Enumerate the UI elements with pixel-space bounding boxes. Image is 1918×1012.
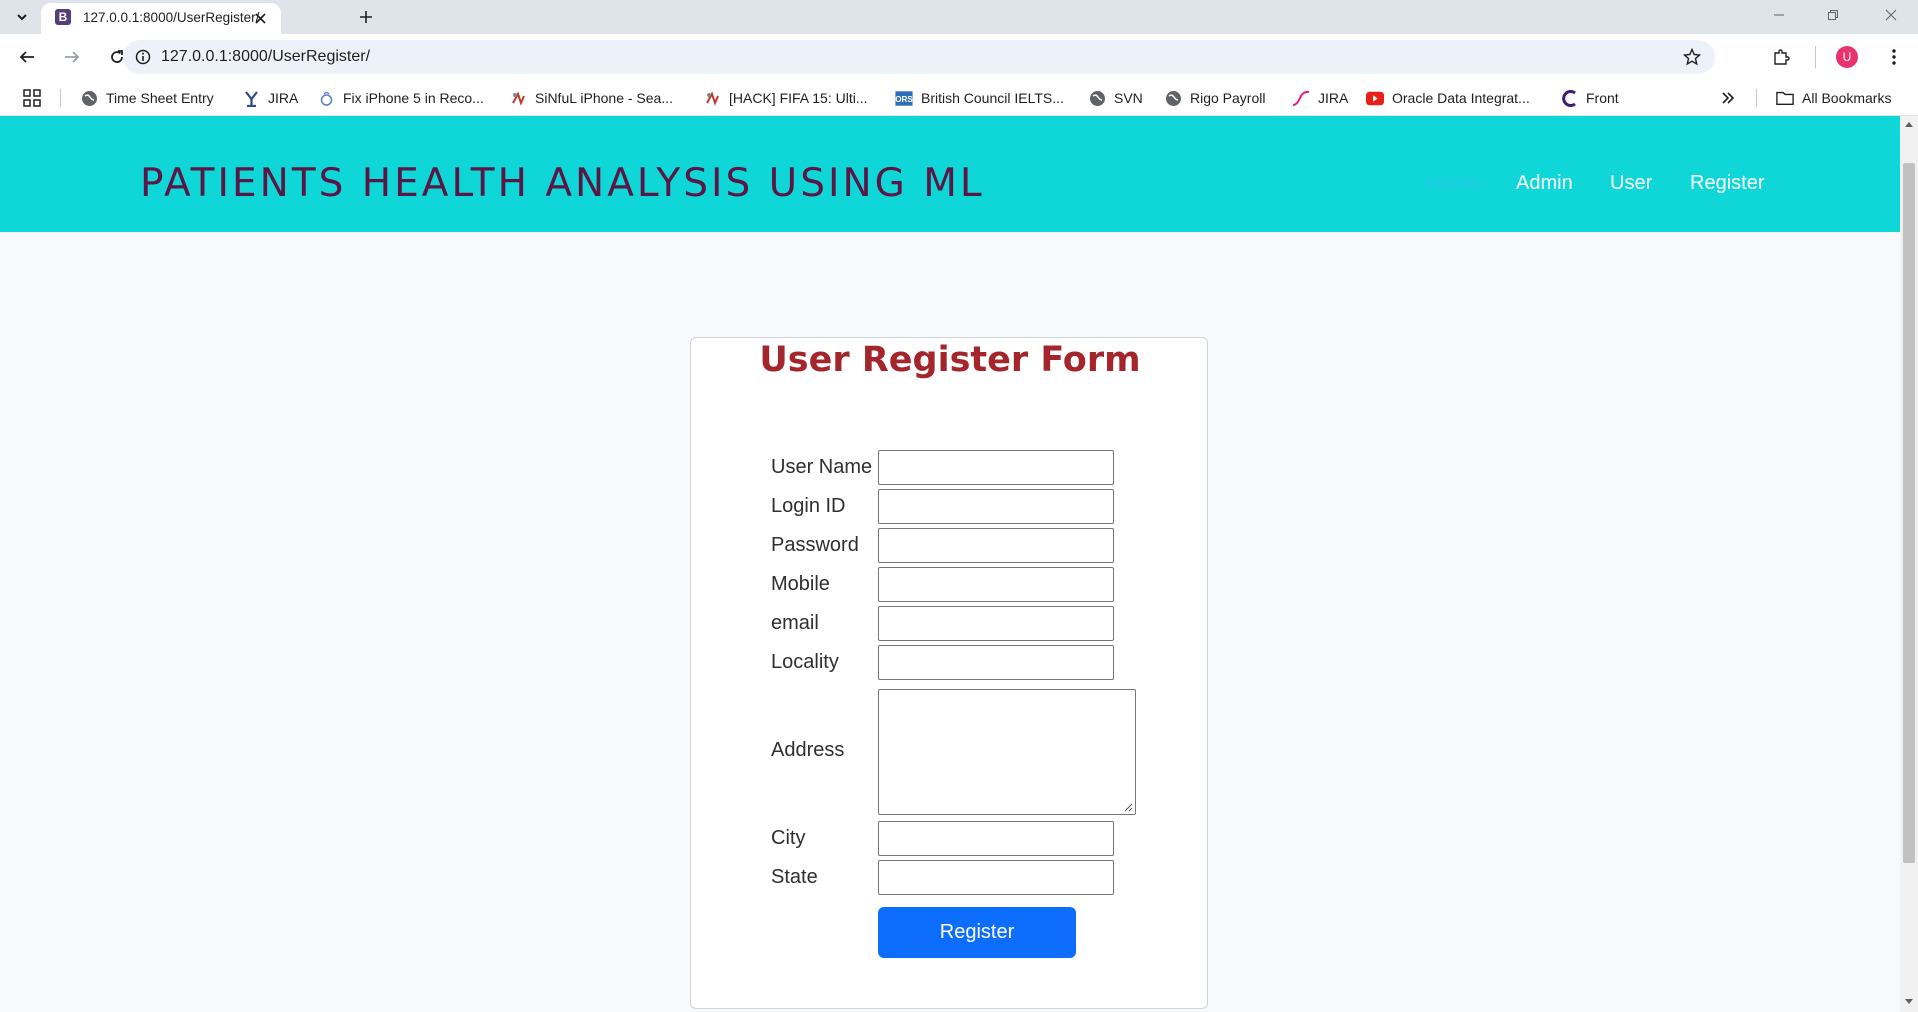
nav-admin-link[interactable]: Admin: [1516, 172, 1573, 195]
tab-strip: B 127.0.0.1:8000/UserRegister/: [0, 0, 1918, 34]
address-label: Address: [771, 739, 845, 761]
minimize-button[interactable]: [1756, 0, 1802, 30]
svg-text:ORS: ORS: [895, 95, 913, 104]
puzzle-icon: [1772, 48, 1790, 66]
apps-grid-icon[interactable]: [23, 89, 41, 107]
username-input[interactable]: [878, 450, 1114, 485]
bookmark-item[interactable]: Oracle Data Integrat...: [1366, 88, 1530, 108]
chevron-double-right-icon[interactable]: [1720, 90, 1736, 106]
restore-button[interactable]: [1810, 0, 1856, 30]
tab-close-button[interactable]: [249, 7, 271, 29]
youtube-icon: [1366, 89, 1384, 107]
tab-favicon-icon: B: [55, 9, 71, 25]
arrow-right-icon: [64, 49, 80, 65]
locality-label: Locality: [771, 651, 839, 673]
close-window-button[interactable]: [1868, 0, 1914, 30]
plus-icon: [359, 10, 373, 24]
register-button[interactable]: Register: [878, 907, 1076, 958]
bookmark-item[interactable]: [HACK] FIFA 15: Ulti...: [703, 88, 867, 108]
scrollbar-thumb[interactable]: [1903, 163, 1915, 863]
bookmark-item[interactable]: SVN: [1088, 88, 1143, 108]
address-textarea[interactable]: [878, 689, 1136, 815]
extensions-button[interactable]: [1765, 41, 1797, 73]
bookmarks-divider: [1756, 89, 1757, 107]
bookmark-item[interactable]: Fix iPhone 5 in Reco...: [317, 88, 484, 108]
site-icon: [317, 89, 335, 107]
star-icon[interactable]: [1683, 48, 1701, 66]
ors-icon: ORS: [895, 89, 913, 107]
nav-register-link[interactable]: Register: [1690, 172, 1764, 195]
state-label: State: [771, 866, 818, 888]
site-header: PATIENTS HEALTH ANALYSIS USING ML Home A…: [0, 116, 1900, 232]
city-input[interactable]: [878, 821, 1114, 856]
bookmark-item[interactable]: JIRA: [1292, 88, 1348, 108]
loginid-input[interactable]: [878, 489, 1114, 524]
close-icon: [254, 12, 266, 24]
front-icon: [1560, 89, 1578, 107]
new-tab-button[interactable]: [351, 3, 381, 31]
form-title: User Register Form: [759, 340, 1141, 380]
toolbar-divider: [1815, 46, 1816, 68]
globe-icon: [1088, 89, 1106, 107]
folder-icon: [1776, 89, 1794, 107]
bookmark-item[interactable]: ORS British Council IELTS...: [895, 88, 1064, 108]
bookmark-item[interactable]: Front: [1560, 88, 1619, 108]
globe-icon: [1164, 89, 1182, 107]
mobile-label: Mobile: [771, 573, 830, 595]
password-input[interactable]: [878, 528, 1114, 563]
register-form-card: User Register Form User Name Login ID Pa…: [690, 337, 1208, 1009]
url-text[interactable]: 127.0.0.1:8000/UserRegister/: [161, 48, 370, 66]
scroll-down-icon[interactable]: [1904, 998, 1914, 1006]
back-button[interactable]: [11, 41, 43, 73]
nav-user-link[interactable]: User: [1610, 172, 1652, 195]
bookmarks-divider: [60, 89, 61, 107]
browser-tab[interactable]: B 127.0.0.1:8000/UserRegister/: [41, 3, 281, 34]
minimize-icon: [1773, 9, 1785, 21]
jira-curve-icon: [1292, 89, 1310, 107]
bookmark-item[interactable]: Rigo Payroll: [1164, 88, 1265, 108]
chevron-down-icon: [16, 11, 28, 23]
site-brand[interactable]: PATIENTS HEALTH ANALYSIS USING ML: [140, 161, 985, 206]
menu-button[interactable]: [1878, 41, 1910, 73]
more-vert-icon: [1892, 49, 1896, 65]
close-icon: [1885, 9, 1897, 21]
mobile-input[interactable]: [878, 567, 1114, 602]
site-icon: [703, 89, 721, 107]
jira-icon: [242, 89, 260, 107]
arrow-left-icon: [19, 49, 35, 65]
page-viewport: PATIENTS HEALTH ANALYSIS USING ML Home A…: [0, 116, 1900, 1012]
username-label: User Name: [771, 456, 873, 478]
resize-handle-icon[interactable]: [1123, 802, 1133, 812]
locality-input[interactable]: [878, 645, 1114, 680]
info-icon[interactable]: [135, 49, 151, 65]
forward-button[interactable]: [56, 41, 88, 73]
nav-home-link[interactable]: Home: [1426, 172, 1479, 195]
browser-toolbar: 127.0.0.1:8000/UserRegister/ U: [0, 34, 1918, 80]
profile-avatar[interactable]: U: [1836, 46, 1858, 68]
loginid-label: Login ID: [771, 495, 846, 517]
globe-icon: [80, 89, 98, 107]
scroll-up-icon[interactable]: [1904, 120, 1914, 128]
tab-title: 127.0.0.1:8000/UserRegister/: [83, 10, 260, 25]
tab-search-button[interactable]: [7, 3, 37, 31]
state-input[interactable]: [878, 860, 1114, 895]
bookmark-item[interactable]: Time Sheet Entry: [80, 88, 214, 108]
bookmarks-bar: Time Sheet Entry JIRA Fix iPhone 5 in Re…: [0, 80, 1918, 116]
bookmark-item[interactable]: JIRA: [242, 88, 298, 108]
site-icon: [509, 89, 527, 107]
address-bar[interactable]: 127.0.0.1:8000/UserRegister/: [123, 40, 1715, 74]
email-label: email: [771, 612, 819, 634]
city-label: City: [771, 827, 806, 849]
bookmark-item[interactable]: SiNfuL iPhone - Sea...: [509, 88, 673, 108]
password-label: Password: [771, 534, 859, 556]
restore-icon: [1827, 9, 1839, 21]
all-bookmarks-button[interactable]: All Bookmarks: [1776, 88, 1891, 108]
email-input[interactable]: [878, 606, 1114, 641]
